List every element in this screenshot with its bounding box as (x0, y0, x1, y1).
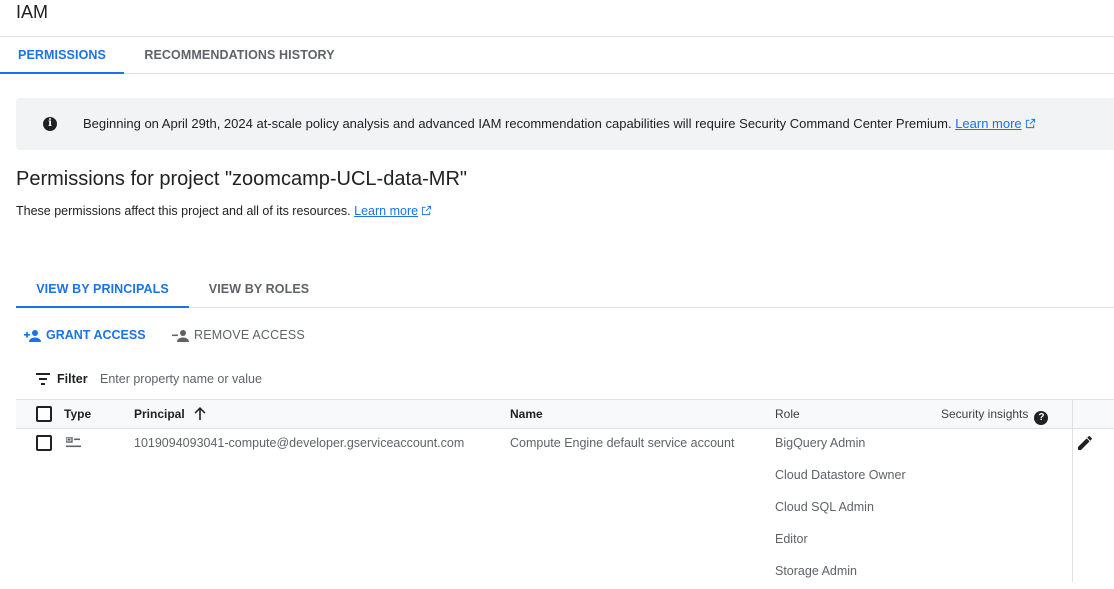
page-title: IAM (16, 2, 49, 22)
active-tab-indicator (0, 72, 124, 74)
principal-name: Compute Engine default service account (510, 436, 735, 450)
external-link-icon (421, 205, 432, 216)
tab-recommendations-history-label: RECOMMENDATIONS HISTORY (144, 48, 335, 62)
section-subtitle: These permissions affect this project an… (16, 204, 432, 218)
info-banner: i Beginning on April 29th, 2024 at-scale… (16, 98, 1114, 150)
role-item: Cloud Datastore Owner (775, 468, 906, 482)
table-header: Type Principal Name Role Security insigh… (16, 399, 1114, 429)
tab-view-by-principals[interactable]: VIEW BY PRINCIPALS (16, 271, 189, 308)
role-item: BigQuery Admin (775, 436, 866, 450)
banner-text: Beginning on April 29th, 2024 at-scale p… (83, 116, 952, 131)
grant-access-label: GRANT ACCESS (46, 328, 146, 342)
table-row: 1019094093041-compute@developer.gservice… (16, 399, 1114, 589)
help-icon[interactable]: ? (1034, 411, 1049, 425)
edit-pencil-icon[interactable] (1078, 436, 1092, 450)
select-all-checkbox[interactable] (36, 406, 52, 422)
top-tabs: PERMISSIONS RECOMMENDATIONS HISTORY (0, 37, 1114, 74)
header-type: Type (64, 407, 92, 421)
filter-label: Filter (57, 372, 88, 386)
header-name: Name (510, 407, 543, 421)
section-title: Permissions for project "zoomcamp-UCL-da… (16, 168, 467, 190)
tab-permissions-label: PERMISSIONS (18, 48, 106, 62)
sort-ascending-icon (194, 407, 206, 420)
filter-icon (36, 373, 50, 385)
row-checkbox[interactable] (36, 435, 52, 451)
banner-learn-more-link[interactable]: Learn more (955, 116, 1035, 131)
service-account-icon (66, 437, 81, 448)
info-icon: i (43, 117, 57, 131)
remove-person-icon (172, 330, 189, 342)
header-principal[interactable]: Principal (134, 407, 206, 421)
role-item: Cloud SQL Admin (775, 500, 874, 514)
header-role: Role (775, 407, 800, 421)
add-person-icon (24, 330, 41, 342)
banner-message: Beginning on April 29th, 2024 at-scale p… (83, 116, 1036, 131)
role-item: Storage Admin (775, 564, 857, 578)
view-tabs: VIEW BY PRINCIPALS VIEW BY ROLES (16, 271, 1114, 308)
tab-recommendations-history[interactable]: RECOMMENDATIONS HISTORY (124, 37, 355, 73)
remove-access-button[interactable]: REMOVE ACCESS (172, 325, 305, 345)
tab-view-by-roles-label: VIEW BY ROLES (208, 282, 310, 296)
external-link-icon (1025, 118, 1035, 129)
column-divider (1072, 399, 1073, 582)
principal-email: 1019094093041-compute@developer.gservice… (134, 436, 465, 450)
remove-access-label: REMOVE ACCESS (194, 328, 305, 342)
active-tab-indicator (16, 306, 189, 308)
section-learn-more-link[interactable]: Learn more (354, 204, 432, 218)
header-security-insights: Security insights? (941, 407, 1049, 425)
filter-input[interactable] (100, 368, 500, 390)
tab-view-by-roles[interactable]: VIEW BY ROLES (189, 271, 329, 307)
permissions-table: Type Principal Name Role Security insigh… (16, 399, 1114, 589)
tab-permissions[interactable]: PERMISSIONS (0, 37, 124, 74)
role-item: Editor (775, 532, 808, 546)
section-subtitle-text: These permissions affect this project an… (16, 204, 351, 218)
grant-access-button[interactable]: GRANT ACCESS (24, 325, 146, 345)
tab-view-by-principals-label: VIEW BY PRINCIPALS (36, 282, 169, 296)
